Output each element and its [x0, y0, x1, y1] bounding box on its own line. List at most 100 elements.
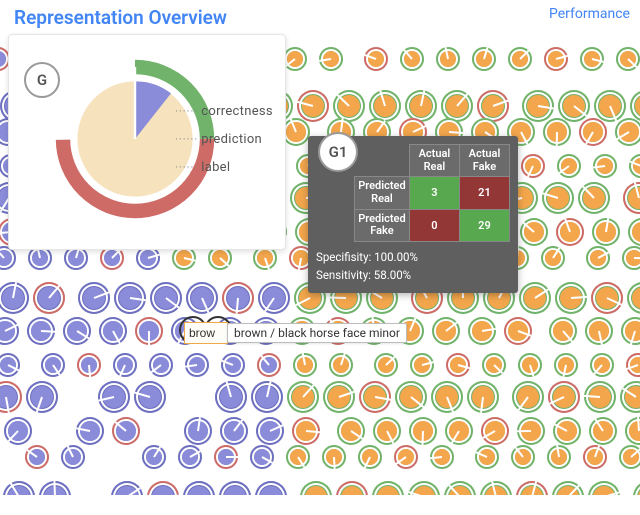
concept-glyph-small[interactable]	[541, 246, 565, 270]
concept-glyph-small[interactable]	[519, 282, 551, 314]
concept-glyph-small[interactable]	[113, 353, 137, 377]
concept-glyph-small[interactable]	[622, 246, 640, 270]
concept-glyph-small[interactable]	[517, 417, 545, 445]
concept-glyph-small[interactable]	[372, 481, 404, 495]
concept-glyph-small[interactable]	[555, 282, 587, 314]
concept-glyph-small[interactable]	[431, 381, 463, 413]
concept-glyph-small[interactable]	[142, 445, 166, 469]
concept-glyph-small[interactable]	[215, 381, 247, 413]
concept-glyph-small[interactable]	[364, 47, 388, 71]
concept-glyph-small[interactable]	[395, 381, 427, 413]
concept-glyph-small[interactable]	[468, 317, 496, 345]
concept-glyph-small[interactable]	[621, 317, 640, 345]
concept-glyph-small[interactable]	[147, 481, 179, 495]
concept-glyph-small[interactable]	[183, 481, 215, 495]
concept-glyph-small[interactable]	[26, 381, 58, 413]
concept-glyph-small[interactable]	[41, 353, 65, 377]
concept-glyph-small[interactable]	[615, 118, 640, 146]
concept-glyph-small[interactable]	[250, 445, 274, 469]
concept-glyph-small[interactable]	[63, 317, 91, 345]
concept-glyph-small[interactable]	[592, 218, 620, 246]
concept-glyph-small[interactable]	[504, 317, 532, 345]
concept-glyph-small[interactable]	[0, 317, 19, 345]
concept-glyph-small[interactable]	[475, 445, 499, 469]
concept-glyph-small[interactable]	[556, 218, 584, 246]
concept-glyph-small[interactable]	[222, 282, 254, 314]
concept-glyph-small[interactable]	[293, 353, 317, 377]
concept-glyph-small[interactable]	[520, 218, 548, 246]
concept-glyph-small[interactable]	[98, 381, 130, 413]
concept-glyph-small[interactable]	[323, 381, 355, 413]
concept-glyph-small[interactable]	[33, 282, 65, 314]
concept-glyph-small[interactable]	[518, 353, 542, 377]
concept-glyph-small[interactable]	[408, 481, 440, 495]
concept-glyph-small[interactable]	[214, 445, 238, 469]
concept-glyph-small[interactable]	[633, 481, 640, 495]
concept-glyph-small[interactable]	[297, 90, 329, 122]
concept-glyph-small[interactable]	[630, 90, 640, 122]
concept-glyph-small[interactable]	[481, 417, 509, 445]
concept-glyph-small[interactable]	[292, 417, 320, 445]
concept-glyph-small[interactable]	[358, 445, 382, 469]
concept-glyph-small[interactable]	[620, 381, 640, 413]
concept-glyph-small[interactable]	[219, 481, 251, 495]
concept-glyph-small[interactable]	[616, 47, 640, 71]
concept-glyph-small[interactable]	[336, 481, 368, 495]
concept-glyph-small[interactable]	[39, 481, 71, 495]
concept-glyph-small[interactable]	[186, 282, 218, 314]
concept-glyph-small[interactable]	[111, 481, 143, 495]
concept-glyph-small[interactable]	[521, 154, 545, 178]
concept-glyph-small[interactable]	[374, 353, 398, 377]
concept-glyph-small[interactable]	[114, 282, 146, 314]
concept-glyph-small[interactable]	[394, 445, 418, 469]
concept-glyph-small[interactable]	[178, 445, 202, 469]
concept-glyph-small[interactable]	[512, 381, 544, 413]
concept-glyph-small[interactable]	[221, 353, 245, 377]
concept-glyph-small[interactable]	[329, 353, 353, 377]
concept-glyph-small[interactable]	[256, 417, 284, 445]
concept-glyph-small[interactable]	[4, 417, 32, 445]
concept-glyph-small[interactable]	[542, 182, 574, 214]
concept-glyph-small[interactable]	[436, 47, 460, 71]
concept-glyph-small[interactable]	[257, 353, 281, 377]
concept-glyph-small[interactable]	[445, 417, 473, 445]
concept-glyph-small[interactable]	[300, 481, 332, 495]
concept-glyph-small[interactable]	[337, 417, 365, 445]
concept-glyph-small[interactable]	[220, 417, 248, 445]
concept-glyph-small[interactable]	[544, 47, 568, 71]
concept-glyph-small[interactable]	[511, 445, 535, 469]
concept-glyph-small[interactable]	[586, 246, 610, 270]
concept-glyph-small[interactable]	[585, 317, 613, 345]
concept-glyph-small[interactable]	[135, 317, 163, 345]
concept-glyph-small[interactable]	[446, 353, 470, 377]
concept-glyph-small[interactable]	[553, 417, 581, 445]
concept-glyph-small[interactable]	[591, 282, 623, 314]
concept-glyph-small[interactable]	[134, 381, 166, 413]
concept-glyph-small[interactable]	[185, 353, 209, 377]
concept-glyph-small[interactable]	[554, 353, 578, 377]
concept-glyph-small[interactable]	[594, 90, 626, 122]
concept-glyph-small[interactable]	[543, 118, 571, 146]
concept-glyph-small[interactable]	[61, 445, 85, 469]
concept-glyph-small[interactable]	[322, 445, 346, 469]
concept-glyph-small[interactable]	[588, 481, 620, 495]
concept-glyph-small[interactable]	[584, 381, 616, 413]
concept-glyph-small[interactable]	[516, 481, 548, 495]
concept-glyph-small[interactable]	[409, 417, 437, 445]
concept-glyph-small[interactable]	[319, 47, 343, 71]
concept-glyph-small[interactable]	[593, 154, 617, 178]
concept-glyph-small[interactable]	[27, 317, 55, 345]
concept-glyph-small[interactable]	[619, 445, 640, 469]
concept-glyph-small[interactable]	[258, 282, 290, 314]
concept-glyph-small[interactable]	[548, 381, 580, 413]
concept-glyph-small[interactable]	[0, 381, 22, 413]
concept-glyph-small[interactable]	[482, 353, 506, 377]
concept-glyph-small[interactable]	[625, 417, 640, 445]
concept-glyph-small[interactable]	[590, 353, 614, 377]
concept-glyph-small[interactable]	[283, 47, 307, 71]
concept-glyph-small[interactable]	[578, 182, 610, 214]
search-input[interactable]	[184, 322, 228, 344]
concept-glyph-small[interactable]	[552, 481, 584, 495]
performance-link[interactable]: Performance	[549, 6, 630, 22]
concept-glyph-small[interactable]	[444, 481, 476, 495]
